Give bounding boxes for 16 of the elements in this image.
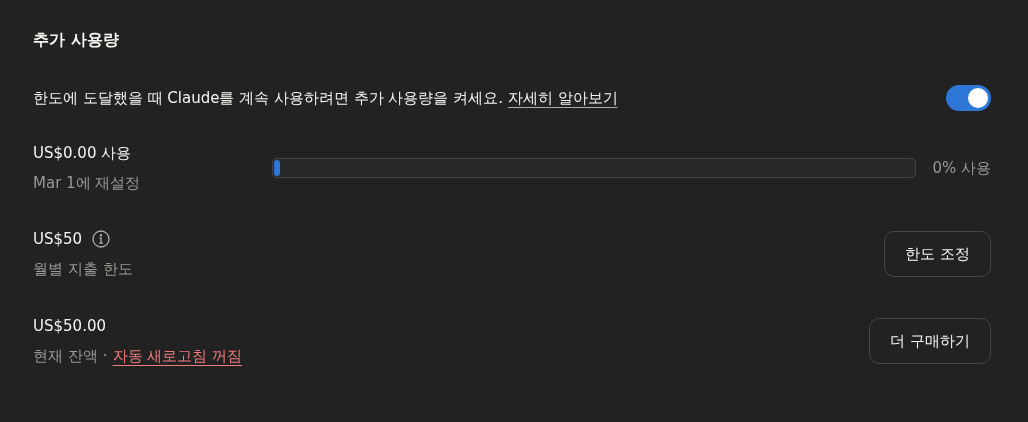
learn-more-link[interactable]: 자세히 알아보기 [507, 88, 618, 107]
description-text: 한도에 도달했을 때 Claude를 계속 사용하려면 추가 사용량을 켜세요. 자세히 알아보기 [33, 87, 618, 109]
limit-amount: US$50 [33, 229, 83, 249]
adjust-limit-button[interactable]: 한도 조정 [884, 231, 991, 277]
reset-date: Mar 1에 재설정 [33, 173, 142, 193]
limit-label: 월별 지출 한도 [33, 259, 133, 279]
auto-reload-link[interactable]: 자동 새로고침 꺼짐 [112, 346, 243, 366]
section-title: 추가 사용량 [33, 29, 120, 51]
balance-label: 현재 잔액 [33, 346, 98, 366]
toggle-switch[interactable] [946, 85, 991, 111]
usage-amount: US$0.00 사용 [33, 143, 133, 163]
balance-amount: US$50.00 [33, 316, 107, 336]
info-icon[interactable] [92, 230, 111, 248]
usage-percent: 0% 사용 [932, 157, 991, 179]
buy-more-button[interactable]: 더 구매하기 [869, 318, 991, 364]
separator-dot: · [102, 346, 108, 366]
